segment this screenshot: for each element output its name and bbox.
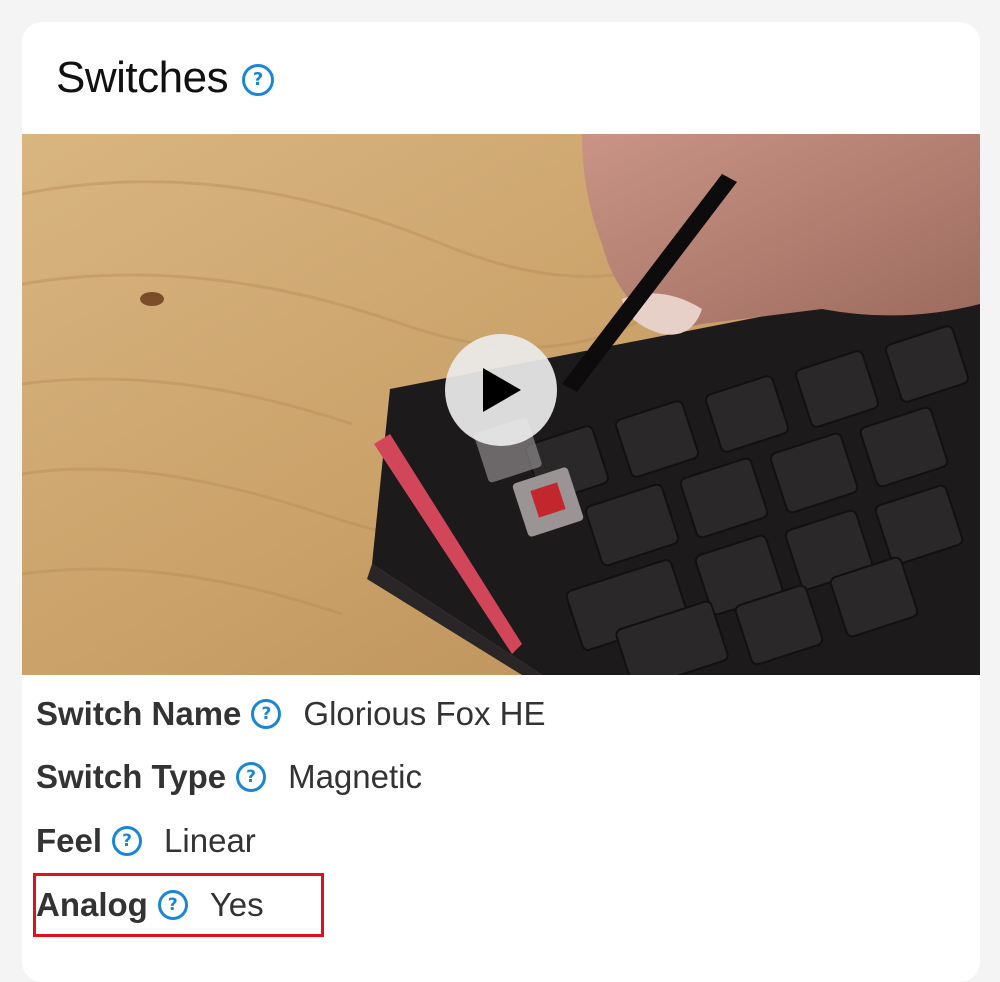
spec-label: Switch Name [36, 695, 242, 732]
card-title: Switches [56, 53, 229, 102]
spec-label: Switch Type [36, 758, 227, 795]
spec-value: Magnetic [288, 758, 422, 795]
spec-row-switch-name: Switch Name ? Glorious Fox HE [36, 690, 545, 738]
play-icon [483, 368, 521, 412]
card-header: Switches ? [22, 22, 980, 134]
spec-label: Feel [36, 822, 103, 859]
help-icon[interactable]: ? [112, 826, 143, 856]
highlight-box [33, 873, 324, 937]
help-icon[interactable]: ? [242, 64, 275, 96]
video-player[interactable] [22, 134, 980, 675]
help-icon[interactable]: ? [236, 762, 267, 792]
spec-value: Glorious Fox HE [303, 695, 546, 732]
play-button[interactable] [445, 334, 557, 446]
spec-row-switch-type: Switch Type ? Magnetic [36, 753, 422, 801]
spec-row-feel: Feel ? Linear [36, 817, 256, 865]
spec-value: Linear [164, 822, 256, 859]
help-icon[interactable]: ? [251, 699, 282, 729]
